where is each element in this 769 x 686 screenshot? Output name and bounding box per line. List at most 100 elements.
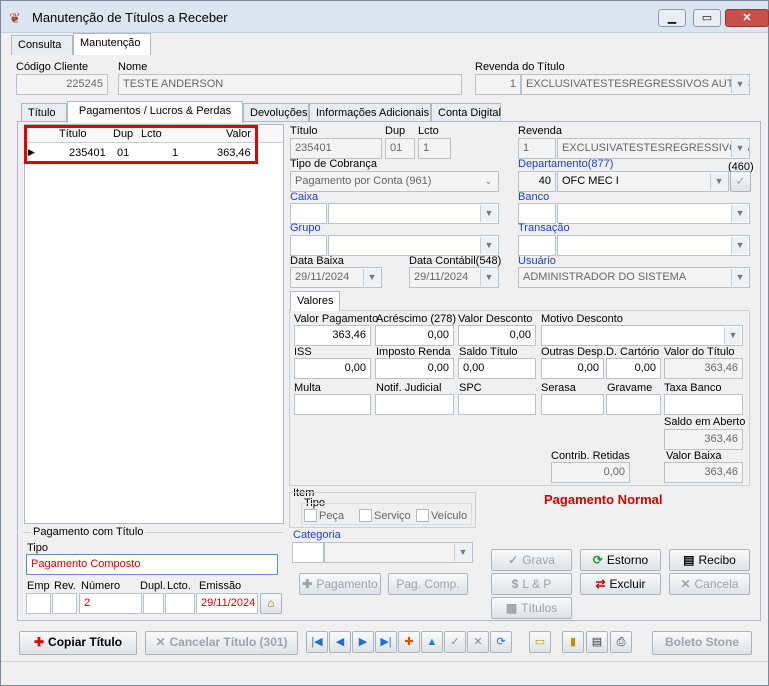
- d-cartorio-field[interactable]: 0,00: [606, 358, 661, 379]
- nome-field[interactable]: TESTE ANDERSON: [118, 74, 462, 95]
- report-icon[interactable]: ▤: [586, 631, 608, 653]
- usuario-select[interactable]: ADMINISTRADOR DO SISTEMA ▼: [518, 267, 750, 288]
- recibo-label: Recibo: [698, 553, 736, 567]
- refresh-icon: ⟳: [592, 553, 603, 567]
- lcto-field[interactable]: [165, 593, 195, 614]
- acrescimo-field[interactable]: 0,00: [375, 325, 454, 346]
- tab-conta-digital[interactable]: Conta Digital: [431, 103, 501, 123]
- numero-field[interactable]: 2: [79, 593, 142, 614]
- close-button[interactable]: ✕: [725, 9, 769, 27]
- rev-field[interactable]: [52, 593, 77, 614]
- insert-record-icon[interactable]: ✚: [398, 631, 420, 653]
- emp-field[interactable]: [26, 593, 51, 614]
- tab-devolucoes[interactable]: Devoluções: [243, 103, 309, 123]
- transacao-select[interactable]: ▼: [557, 235, 750, 256]
- tipo-cobranca-select[interactable]: Pagamento por Conta (961) ⌄: [290, 171, 499, 192]
- minimize-button[interactable]: ▁: [658, 9, 686, 27]
- spc-field[interactable]: [458, 394, 536, 415]
- emissao-field[interactable]: 29/11/2024: [196, 593, 258, 614]
- edit-record-icon[interactable]: ▲: [421, 631, 443, 653]
- folder-open-icon[interactable]: ⌂: [260, 593, 282, 614]
- peca-checkbox[interactable]: [304, 509, 317, 522]
- contrib-field[interactable]: 0,00: [551, 462, 630, 483]
- dep-num-field[interactable]: 40: [518, 171, 556, 192]
- banco-select[interactable]: ▼: [557, 203, 750, 224]
- categoria-num[interactable]: [292, 542, 324, 563]
- excluir-label: Excluir: [609, 577, 646, 591]
- cod-cliente-field[interactable]: 225245: [16, 74, 108, 95]
- copiar-titulo-button[interactable]: ✚ Copiar Título: [19, 631, 137, 655]
- cancel-record-icon[interactable]: ✕: [467, 631, 489, 653]
- chevron-down-icon: ▼: [731, 237, 748, 254]
- lcto-label: Lcto.: [167, 580, 191, 592]
- boleto-stone-button[interactable]: Boleto Stone: [652, 631, 752, 655]
- grava-button[interactable]: ✓ Grava: [491, 549, 572, 571]
- banco-num[interactable]: [518, 203, 556, 224]
- valor-titulo-field[interactable]: 363,46: [664, 358, 743, 379]
- refresh-icon[interactable]: ⟳: [490, 631, 512, 653]
- serasa-field[interactable]: [541, 394, 604, 415]
- tab-pagamentos[interactable]: Pagamentos / Lucros & Perdas: [67, 101, 243, 123]
- det-titulo-field[interactable]: 235401: [290, 138, 382, 159]
- data-baixa-field[interactable]: 29/11/2024 ▼: [290, 267, 382, 288]
- det-dup-field[interactable]: 01: [385, 138, 415, 159]
- check-icon[interactable]: ✓: [730, 171, 751, 192]
- transacao-num[interactable]: [518, 235, 556, 256]
- cancelar-titulo-button[interactable]: ✕ Cancelar Título (301): [145, 631, 298, 655]
- tipo-field[interactable]: Pagamento Composto: [26, 554, 278, 575]
- caixa-label: Caixa: [290, 191, 319, 203]
- titulos-button[interactable]: ▦ Títulos: [491, 597, 572, 619]
- saldo-titulo-field[interactable]: 0,00: [458, 358, 536, 379]
- det-lcto-field[interactable]: 1: [418, 138, 451, 159]
- grupo-select[interactable]: ▼: [328, 235, 499, 256]
- categoria-select[interactable]: ▼: [324, 542, 473, 563]
- maximize-button[interactable]: ▭: [693, 9, 721, 27]
- veiculo-checkbox[interactable]: [416, 509, 429, 522]
- grupo-num[interactable]: [290, 235, 327, 256]
- estorno-button[interactable]: ⟳ Estorno: [580, 549, 661, 571]
- revenda-select[interactable]: EXCLUSIVATESTESREGRESSIVOS AUTOSHO ▼: [521, 74, 750, 95]
- taxa-banco-field[interactable]: [664, 394, 743, 415]
- iss-field[interactable]: 0,00: [294, 358, 371, 379]
- caixa-select[interactable]: ▼: [328, 203, 499, 224]
- tab-valores[interactable]: Valores: [290, 291, 340, 311]
- tab-manutencao[interactable]: Manutenção: [73, 33, 151, 55]
- revenda-num-field[interactable]: 1: [475, 74, 521, 95]
- saldo-aberto-field[interactable]: 363,46: [664, 429, 743, 450]
- servico-checkbox[interactable]: [359, 509, 372, 522]
- valor-pagamento-field[interactable]: 363,46: [294, 325, 371, 346]
- det-revenda-select[interactable]: EXCLUSIVATESTESREGRESSIVOS A ▼: [557, 138, 750, 159]
- valor-baixa-field[interactable]: 363,46: [664, 462, 743, 483]
- outras-desp-field[interactable]: 0,00: [541, 358, 604, 379]
- exit-door-icon[interactable]: ▮: [562, 631, 584, 653]
- valor-desconto-field[interactable]: 0,00: [458, 325, 536, 346]
- pagamento-button[interactable]: ✚ Pagamento: [299, 573, 381, 595]
- imposto-renda-field[interactable]: 0,00: [375, 358, 454, 379]
- pag-comp-button[interactable]: Pag. Comp.: [388, 573, 468, 595]
- tab-info-adicionais[interactable]: Informações Adicionais: [309, 103, 431, 123]
- gravame-field[interactable]: [606, 394, 661, 415]
- prev-record-icon[interactable]: ◀: [329, 631, 351, 653]
- motivo-desconto-select[interactable]: ▼: [541, 325, 743, 346]
- cancela-button[interactable]: ✕ Cancela: [669, 573, 750, 595]
- print-icon[interactable]: ⎙: [610, 631, 632, 653]
- chevron-down-icon: ▼: [710, 173, 727, 190]
- det-revenda-num[interactable]: 1: [518, 138, 556, 159]
- multa-field[interactable]: [294, 394, 371, 415]
- first-record-icon[interactable]: |◀: [306, 631, 328, 653]
- tab-titulo[interactable]: Título: [21, 103, 67, 123]
- tab-consulta[interactable]: Consulta: [11, 35, 73, 55]
- tipo-label: Tipo: [27, 542, 48, 554]
- caixa-num[interactable]: [290, 203, 327, 224]
- next-record-icon[interactable]: ▶: [352, 631, 374, 653]
- folder-icon[interactable]: ▭: [529, 631, 551, 653]
- excluir-button[interactable]: ⇄ Excluir: [580, 573, 661, 595]
- notif-field[interactable]: [375, 394, 454, 415]
- lp-button[interactable]: $ L & P: [491, 573, 572, 595]
- data-contabil-field[interactable]: 29/11/2024 ▼: [409, 267, 499, 288]
- dupl-field[interactable]: [143, 593, 164, 614]
- recibo-button[interactable]: ▤ Recibo: [669, 549, 750, 571]
- dep-select[interactable]: OFC MEC I ▼: [557, 171, 729, 192]
- post-record-icon[interactable]: ✓: [444, 631, 466, 653]
- last-record-icon[interactable]: ▶|: [375, 631, 397, 653]
